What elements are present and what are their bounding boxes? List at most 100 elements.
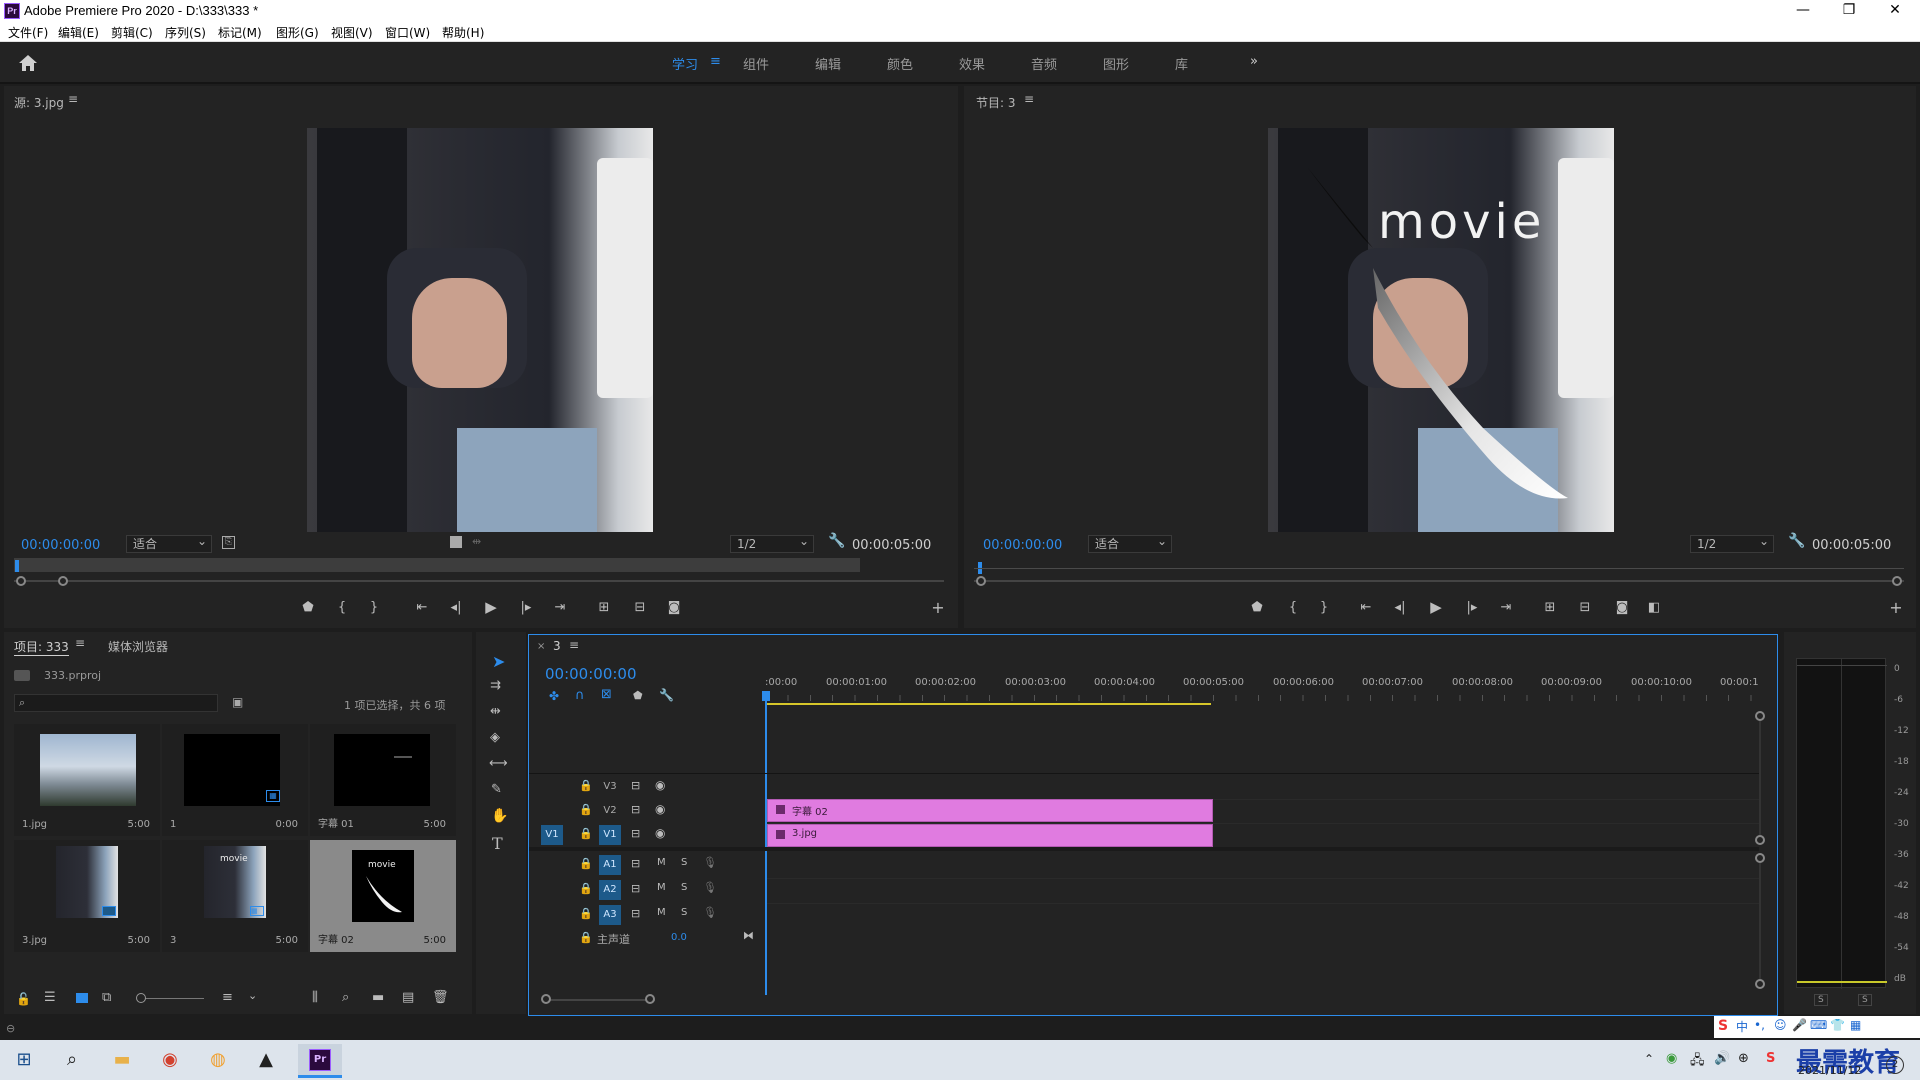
project-tab[interactable]: 项目: 333 (14, 638, 69, 656)
taskbar-date[interactable]: 2021/11/12 (1798, 1064, 1861, 1077)
lock-icon[interactable]: 🔒 (579, 827, 593, 840)
microphone-icon[interactable]: 🎙 (703, 906, 717, 919)
home-icon[interactable] (18, 54, 38, 72)
track-label[interactable]: V3 (599, 777, 621, 797)
workspace-graphics[interactable]: 图形 (1103, 54, 1129, 73)
zoom-handle-right[interactable] (645, 994, 655, 1004)
add-marker-icon[interactable]: ⬟ (1247, 600, 1267, 615)
panel-menu-icon[interactable]: ≡ (1024, 92, 1034, 106)
go-to-in-icon[interactable]: ⇤ (412, 600, 432, 615)
panel-menu-icon[interactable]: ≡ (569, 638, 579, 652)
mute-button[interactable]: M (657, 907, 666, 918)
volume-icon[interactable]: 🔊 (1714, 1051, 1730, 1066)
video-scroll-bottom-handle[interactable] (1755, 835, 1765, 845)
tray-app-icon[interactable]: ◉ (1666, 1051, 1677, 1066)
selection-tool-icon[interactable]: ➤ (492, 652, 505, 671)
insert-clip-icon[interactable]: ⎘ (222, 536, 235, 549)
lock-icon[interactable]: 🔒 (579, 882, 593, 895)
step-forward-icon[interactable]: |▸ (516, 600, 536, 615)
source-fit-dropdown[interactable]: 适合 (126, 533, 212, 553)
mute-button[interactable]: M (657, 857, 666, 868)
microphone-icon[interactable]: 🎙 (703, 856, 717, 869)
zoom-handle-left[interactable] (16, 576, 26, 586)
timeline-clip-title02[interactable]: 字幕 02 (767, 799, 1213, 822)
ime-language[interactable]: 中 (1736, 1018, 1748, 1035)
lock-icon[interactable]: 🔒 (579, 779, 593, 792)
sort-icon[interactable]: ≡ (222, 990, 233, 1005)
workspace-learning[interactable]: 学习 (672, 54, 698, 73)
step-back-icon[interactable]: ◂| (1390, 600, 1410, 615)
wrench-icon[interactable]: 🔧 (828, 533, 845, 549)
timeline-settings-icon[interactable]: 🔧 (659, 688, 674, 702)
solo-button[interactable]: S (681, 882, 687, 893)
skin-icon[interactable]: 👕 (1830, 1018, 1845, 1032)
zoom-slider[interactable] (142, 998, 204, 999)
program-resolution-dropdown[interactable]: 1/2 (1690, 533, 1774, 553)
language-icon[interactable]: ⊕ (1738, 1051, 1749, 1066)
menu-marker[interactable]: 标记(M) (218, 24, 262, 41)
panel-menu-icon[interactable]: ≡ (75, 636, 85, 650)
close-button[interactable]: ✕ (1872, 0, 1918, 22)
premiere-taskbar-button[interactable]: Pr (298, 1044, 342, 1078)
audio-scrollbar[interactable] (1759, 863, 1761, 979)
track-label[interactable]: V2 (599, 801, 621, 821)
new-bin-icon[interactable]: ▬ (372, 990, 384, 1005)
media-browser-tab[interactable]: 媒体浏览器 (108, 638, 168, 655)
menu-sequence[interactable]: 序列(S) (165, 24, 206, 41)
ripple-edit-tool-icon[interactable]: ⇹ (490, 704, 501, 719)
source-resolution-dropdown[interactable]: 1/2 (730, 533, 814, 553)
source-monitor-tab[interactable]: 源: 3.jpg (14, 94, 64, 111)
timeline-timecode[interactable]: 00:00:00:00 (545, 665, 637, 683)
type-tool-icon[interactable]: T (492, 834, 503, 853)
track-label[interactable]: A2 (599, 880, 621, 900)
solo-left-button[interactable]: S (1814, 994, 1828, 1006)
project-search-input[interactable]: ⌕ (14, 694, 218, 712)
go-to-out-icon[interactable]: ⇥ (1496, 600, 1516, 615)
clear-trash-icon[interactable]: 🗑 (432, 990, 449, 1005)
more-workspaces-button[interactable]: » (1250, 54, 1258, 69)
track-label[interactable]: A1 (599, 855, 621, 875)
sogou-icon[interactable]: S (1718, 1018, 1728, 1034)
menu-help[interactable]: 帮助(H) (442, 24, 484, 41)
button-editor-icon[interactable]: + (1886, 598, 1906, 617)
slip-tool-icon[interactable]: ⟷ (489, 756, 508, 771)
mute-button[interactable]: M (657, 882, 666, 893)
source-playhead[interactable] (15, 560, 19, 572)
time-ruler[interactable]: :00:00 00:00:01:00 00:00:02:00 00:00:03:… (765, 677, 1759, 693)
sort-dropdown-icon[interactable]: ⌄ (248, 989, 257, 1002)
menu-window[interactable]: 窗口(W) (385, 24, 430, 41)
source-timecode[interactable]: 00:00:00:00 (21, 538, 100, 553)
automate-to-sequence-icon[interactable]: ⫼ (312, 990, 318, 1005)
lock-icon[interactable]: 🔒 (579, 931, 593, 944)
start-menu-icon[interactable]: ⊞ (6, 1046, 42, 1074)
extract-icon[interactable]: ⊟ (1575, 600, 1595, 615)
solo-button[interactable]: S (681, 857, 687, 868)
export-frame-icon[interactable]: ◙ (664, 600, 684, 615)
menu-file[interactable]: 文件(F) (8, 24, 48, 41)
hand-tool-icon[interactable]: ✋ (491, 808, 508, 824)
export-frame-icon[interactable]: ◙ (1612, 600, 1632, 615)
voice-icon[interactable]: 🎤 (1792, 1018, 1807, 1032)
play-icon[interactable]: ▶ (1426, 598, 1446, 616)
project-item[interactable]: 1.jpg 5:00 (14, 724, 160, 836)
lock-icon[interactable]: 🔒 (579, 857, 593, 870)
lift-icon[interactable]: ⊞ (1540, 600, 1560, 615)
toggle-sync-lock-icon[interactable]: ⊟ (631, 882, 640, 895)
toggle-sync-lock-icon[interactable]: ⊟ (631, 827, 640, 840)
playhead-handle[interactable] (762, 691, 770, 701)
linked-selection-icon[interactable]: ⊠ (601, 687, 612, 702)
track-label[interactable]: V1 (599, 825, 621, 845)
toggle-sync-lock-icon[interactable]: ⊟ (631, 779, 640, 792)
drag-video-icon[interactable] (450, 536, 462, 548)
photos-icon[interactable]: ▲ (248, 1046, 284, 1074)
audio-scroll-bottom-handle[interactable] (1755, 979, 1765, 989)
add-marker-icon[interactable]: ⬟ (298, 600, 318, 615)
punctuation-icon[interactable]: •, (1754, 1018, 1765, 1032)
timeline-zoom-bar[interactable] (545, 999, 655, 1001)
snap-icon[interactable]: ∩ (575, 688, 585, 703)
panel-menu-icon[interactable]: ≡ (68, 92, 78, 106)
sequence-tab[interactable]: 3 (553, 639, 561, 653)
network-icon[interactable]: 🖧 (1690, 1051, 1705, 1073)
project-item[interactable]: 3.jpg 5:00 (14, 840, 160, 952)
go-to-in-icon[interactable]: ⇤ (1356, 600, 1376, 615)
